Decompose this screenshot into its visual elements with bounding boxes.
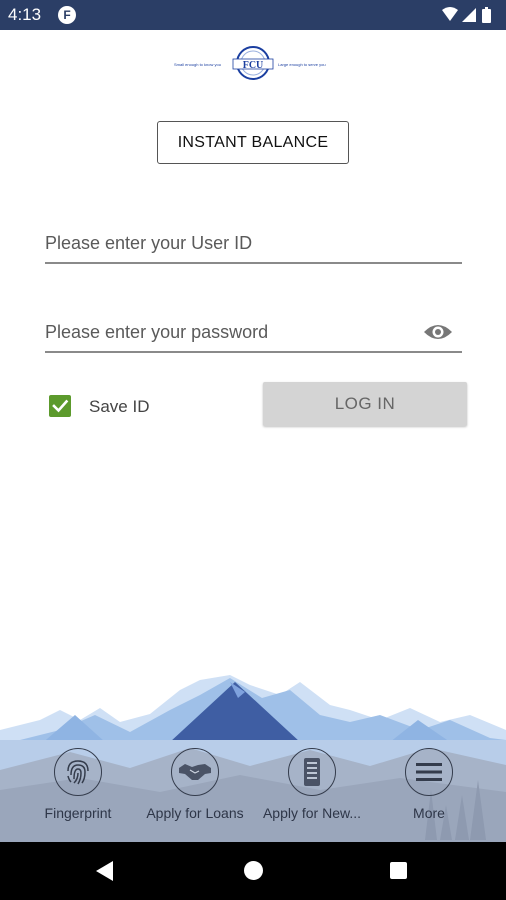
dock-item-apply-loans[interactable]: Apply for Loans — [140, 742, 250, 821]
user-id-input[interactable] — [45, 226, 405, 260]
f-badge-icon: F — [58, 6, 76, 24]
save-id-label: Save ID — [89, 397, 150, 416]
signal-icon — [462, 8, 476, 22]
dock-label-apply-loans: Apply for Loans — [146, 805, 244, 821]
dock-label-apply-new: Apply for New... — [262, 805, 362, 821]
navigation-bar — [0, 842, 506, 900]
wifi-icon — [442, 7, 458, 21]
handshake-icon — [171, 748, 219, 796]
bottom-dock: Fingerprint Apply for Loans Apply for Ne… — [13, 742, 494, 842]
battery-icon — [482, 7, 491, 23]
save-id-checkbox[interactable] — [49, 395, 71, 417]
logo-text: FCU — [243, 60, 264, 71]
instant-balance-button[interactable]: INSTANT BALANCE — [157, 121, 349, 164]
password-input[interactable] — [45, 315, 405, 349]
status-icons — [440, 5, 498, 25]
back-icon[interactable] — [95, 860, 115, 887]
recents-icon[interactable] — [390, 862, 407, 879]
menu-icon — [405, 748, 453, 796]
dock-label-more: More — [413, 805, 445, 821]
dock-label-fingerprint: Fingerprint — [44, 805, 112, 821]
eye-icon[interactable] — [423, 321, 453, 348]
phone-icon — [288, 748, 336, 796]
status-time: 4:13 — [8, 5, 42, 24]
home-icon[interactable] — [244, 861, 263, 880]
login-button[interactable]: LOG IN — [263, 382, 467, 426]
fingerprint-icon — [54, 748, 102, 796]
dock-item-more[interactable]: More — [374, 742, 484, 821]
logo-left-tagline: Small enough to know you — [174, 62, 221, 67]
logo-right-tagline: Large enough to serve you — [278, 62, 326, 67]
dock-item-fingerprint[interactable]: Fingerprint — [23, 742, 133, 821]
dock-item-apply-new[interactable]: Apply for New... — [257, 742, 367, 821]
password-field[interactable] — [45, 315, 462, 353]
credit-union-logo: Small enough to know you Large enough to… — [170, 44, 336, 82]
user-id-field[interactable] — [45, 226, 462, 264]
checkmark-icon — [52, 399, 69, 413]
status-bar: 4:13 F — [0, 0, 506, 30]
